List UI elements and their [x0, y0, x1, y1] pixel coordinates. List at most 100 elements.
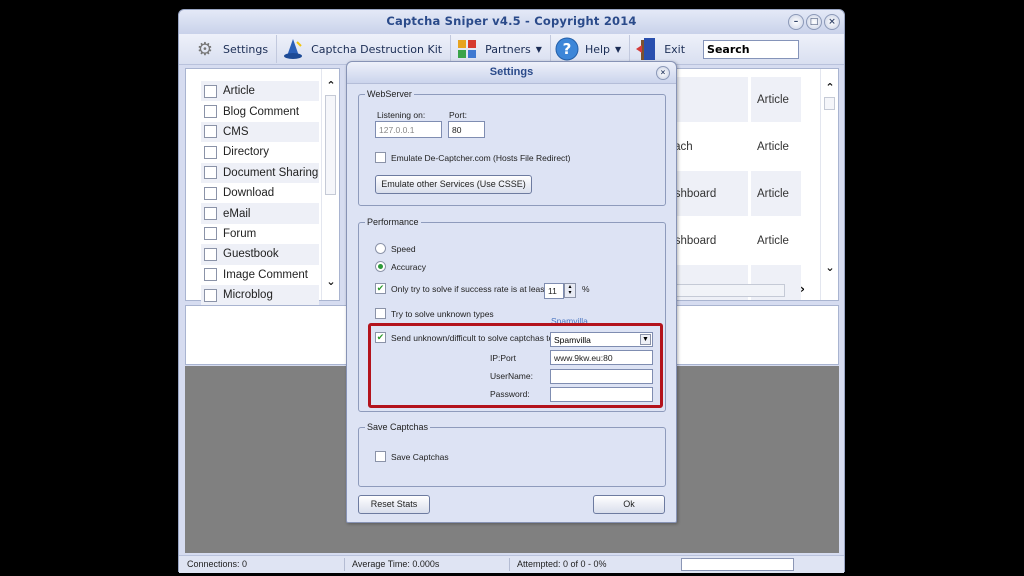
status-progress-bar [681, 558, 794, 571]
title-bar[interactable]: Captcha Sniper v4.5 - Copyright 2014 – □… [179, 10, 844, 34]
category-item[interactable]: Microblog [201, 284, 319, 306]
category-item[interactable]: Download [201, 183, 319, 203]
search-input[interactable]: Search [703, 39, 800, 59]
scroll-up-icon[interactable]: ⌃ [322, 79, 340, 92]
category-label: Article [223, 85, 255, 98]
help-icon: ? [555, 37, 579, 61]
save-captchas-label: Save Captchas [391, 452, 449, 462]
emulate-other-services-button[interactable]: Emulate other Services (Use CSSE) [375, 175, 532, 194]
status-bar: Connections: 0 Average Time: 0.000s Atte… [179, 555, 844, 573]
category-item[interactable]: Guestbook [201, 244, 319, 265]
username-input[interactable] [550, 369, 653, 384]
accuracy-radio[interactable] [375, 261, 386, 272]
toolbar-exit-button[interactable]: Exit [630, 35, 693, 63]
category-checkbox[interactable] [204, 247, 217, 261]
scroll-right-icon[interactable]: › [800, 282, 805, 296]
reset-stats-button[interactable]: Reset Stats [358, 495, 430, 514]
category-item[interactable]: eMail [201, 203, 319, 224]
min-success-checkbox[interactable]: ✔ [375, 283, 386, 294]
ok-button[interactable]: Ok [593, 495, 665, 514]
username-label: UserName: [490, 371, 533, 381]
listening-on-input[interactable]: 127.0.0.1 [375, 121, 442, 138]
toolbar-settings-button[interactable]: ⚙ Settings [189, 35, 278, 63]
category-item[interactable]: Blog Comment [201, 101, 319, 121]
category-item[interactable]: Document Sharing [201, 162, 319, 183]
category-item[interactable]: Article [201, 81, 319, 102]
service-select[interactable]: Spamvilla ▼ [550, 332, 653, 347]
grid-row[interactable]: Dashboard Article [660, 171, 820, 216]
grid-row[interactable]: BeachArticle [660, 124, 820, 169]
category-checkbox[interactable] [204, 207, 217, 221]
category-label: Guestbook [223, 248, 279, 261]
min-success-spinner[interactable]: ▴ ▾ [564, 283, 576, 298]
toolbar-partners-label: Partners [485, 42, 531, 56]
dialog-title-bar[interactable]: Settings × [347, 62, 676, 84]
category-checkbox[interactable] [204, 288, 217, 302]
unknown-types-label: Try to solve unknown types [391, 309, 494, 319]
save-captchas-checkbox[interactable] [375, 451, 386, 462]
grid-row[interactable]: esArticle [660, 77, 820, 122]
password-input[interactable] [550, 387, 653, 402]
close-button[interactable]: × [824, 14, 840, 30]
category-checkbox[interactable] [204, 166, 217, 180]
window-title: Captcha Sniper v4.5 - Copyright 2014 [386, 14, 637, 28]
category-list-panel: Article Blog Comment CMS Directory Document … [185, 68, 340, 306]
emulate-decaptcher-checkbox[interactable] [375, 152, 386, 163]
category-item[interactable]: CMS [201, 121, 319, 143]
category-label: Document Sharing [223, 166, 319, 179]
category-checkbox[interactable] [204, 186, 217, 200]
dialog-close-button[interactable]: × [656, 66, 670, 80]
grid-horizontal-scrollbar[interactable]: › [660, 282, 820, 298]
grid-row[interactable]: Dashboard Article [660, 218, 820, 263]
maximize-button[interactable]: □ [806, 14, 822, 30]
unknown-types-checkbox[interactable] [375, 308, 386, 319]
scroll-thumb[interactable] [824, 97, 835, 110]
grid-scrollbar[interactable]: ⌃ ⌄ [820, 69, 838, 300]
category-label: Image Comment [223, 268, 309, 281]
category-item[interactable]: Directory [201, 142, 319, 162]
dropdown-arrow-icon[interactable]: ▼ [640, 334, 651, 345]
category-checkbox[interactable] [204, 145, 217, 159]
toolbar-help-button[interactable]: ? Help ▼ [551, 35, 631, 63]
grid-cell-type: Article [757, 140, 789, 153]
settings-dialog: Settings × WebServer Listening on: 127.0… [346, 61, 677, 523]
category-label: eMail [223, 207, 251, 220]
category-checkbox[interactable] [204, 105, 217, 119]
ip-port-input[interactable]: www.9kw.eu:80 [550, 350, 653, 365]
speed-label: Speed [391, 244, 416, 254]
category-item[interactable]: Forum [201, 224, 319, 244]
service-select-value: Spamvilla [554, 335, 591, 345]
category-checkbox[interactable] [204, 84, 217, 98]
scroll-track[interactable] [660, 284, 785, 297]
grid-cell-type: Article [757, 234, 789, 247]
scroll-up-icon[interactable]: ⌃ [821, 81, 838, 94]
site-grid-panel: esArticleBeachArticleDashboardArticleDas… [659, 68, 839, 301]
scroll-thumb[interactable] [325, 95, 336, 195]
partners-arrows-icon [455, 37, 479, 61]
toolbar-destruction-kit-button[interactable]: Captcha Destruction Kit [277, 35, 452, 63]
performance-legend: Performance [367, 217, 419, 227]
category-checkbox[interactable] [204, 227, 217, 241]
webserver-legend: WebServer [367, 89, 412, 99]
toolbar-partners-button[interactable]: Partners ▼ [451, 35, 551, 63]
minimize-button[interactable]: – [788, 14, 804, 30]
port-input[interactable]: 80 [448, 121, 485, 138]
category-item[interactable]: Image Comment [201, 265, 319, 285]
send-unknown-checkbox[interactable]: ✔ [375, 332, 386, 343]
category-label: Blog Comment [223, 105, 300, 118]
exit-door-icon [634, 37, 658, 61]
svg-text:?: ? [563, 40, 572, 58]
port-label: Port: [449, 110, 467, 120]
scroll-down-icon[interactable]: ⌄ [322, 275, 340, 288]
category-label: Directory [223, 146, 270, 159]
scroll-down-icon[interactable]: ⌄ [821, 261, 838, 274]
category-checkbox[interactable] [204, 125, 217, 139]
dialog-title: Settings [489, 66, 534, 78]
min-success-input[interactable]: 11 [544, 283, 564, 299]
listening-on-label: Listening on: [377, 110, 426, 120]
category-checkbox[interactable] [204, 268, 217, 282]
send-unknown-label: Send unknown/difficult to solve captchas… [391, 333, 556, 343]
speed-radio[interactable] [375, 243, 386, 254]
toolbar-help-label: Help [584, 42, 611, 56]
category-scrollbar[interactable]: ⌃ ⌄ [321, 69, 339, 300]
